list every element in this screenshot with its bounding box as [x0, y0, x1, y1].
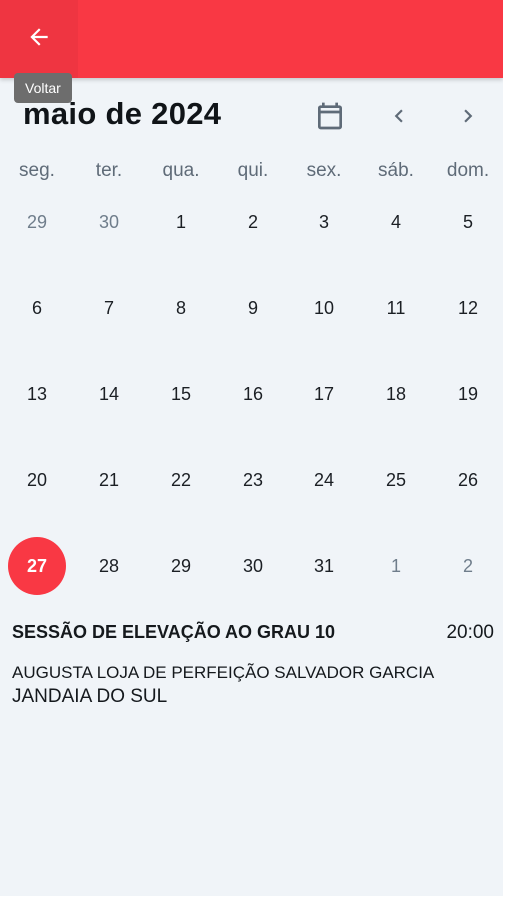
day-cell[interactable]: 29 [8, 193, 66, 251]
day-cell[interactable]: 31 [295, 537, 353, 595]
day-cell[interactable]: 30 [80, 193, 138, 251]
event-city: JANDAIA DO SUL [12, 686, 168, 707]
day-cell[interactable]: 13 [8, 365, 66, 423]
day-cell[interactable]: 17 [295, 365, 353, 423]
day-cell[interactable]: 20 [8, 451, 66, 509]
calendar-icon [314, 100, 346, 137]
day-cell[interactable]: 12 [439, 279, 497, 337]
day-cell[interactable]: 1 [367, 537, 425, 595]
calendar-grid: 29 30 1 2 3 4 5 6 7 8 9 10 11 12 13 14 15 16 17 18 19 20 21 22 2… [0, 180, 503, 610]
day-cell[interactable]: 22 [152, 451, 210, 509]
back-button[interactable] [0, 0, 78, 78]
weekday-label: sex. [306, 160, 342, 181]
app-bar [0, 0, 503, 78]
day-cell[interactable]: 24 [295, 451, 353, 509]
day-cell[interactable]: 16 [224, 365, 282, 423]
day-cell[interactable]: 23 [224, 451, 282, 509]
day-cell[interactable]: 3 [295, 193, 353, 251]
chevron-right-icon [455, 103, 481, 134]
event-location: AUGUSTA LOJA DE PERFEIÇÃO SALVADOR GARCI… [12, 663, 435, 682]
weekday-label: ter. [95, 160, 123, 181]
day-cell[interactable]: 10 [295, 279, 353, 337]
weekday-label: qua. [162, 160, 200, 181]
day-cell[interactable]: 30 [224, 537, 282, 595]
screen: Voltar maio de 2024 seg. ter. qua. qui. sex.… [0, 0, 503, 896]
chevron-left-icon [386, 103, 412, 134]
day-cell[interactable]: 9 [224, 279, 282, 337]
day-cell[interactable]: 2 [224, 193, 282, 251]
next-month-button[interactable] [446, 96, 490, 140]
day-cell[interactable]: 14 [80, 365, 138, 423]
day-cell[interactable]: 26 [439, 451, 497, 509]
day-cell[interactable]: 15 [152, 365, 210, 423]
weekday-label: sáb. [378, 160, 414, 181]
day-cell-selected[interactable]: 27 [8, 537, 66, 595]
arrow-left-icon [26, 24, 52, 55]
day-cell[interactable]: 8 [152, 279, 210, 337]
day-cell[interactable]: 19 [439, 365, 497, 423]
day-cell[interactable]: 4 [367, 193, 425, 251]
event-time: 20:00 [446, 622, 494, 643]
day-cell[interactable]: 6 [8, 279, 66, 337]
weekday-label: seg. [19, 160, 55, 181]
day-cell[interactable]: 29 [152, 537, 210, 595]
day-cell[interactable]: 2 [439, 537, 497, 595]
day-cell[interactable]: 1 [152, 193, 210, 251]
day-cell[interactable]: 5 [439, 193, 497, 251]
back-tooltip: Voltar [14, 73, 72, 103]
day-cell[interactable]: 7 [80, 279, 138, 337]
event-title: SESSÃO DE ELEVAÇÃO AO GRAU 10 [12, 622, 336, 642]
weekday-label: dom. [446, 160, 490, 181]
day-cell[interactable]: 21 [80, 451, 138, 509]
previous-month-button[interactable] [377, 96, 421, 140]
weekday-label: qui. [237, 160, 269, 181]
day-cell[interactable]: 11 [367, 279, 425, 337]
calendar-picker-button[interactable] [308, 96, 352, 140]
day-cell[interactable]: 28 [80, 537, 138, 595]
day-cell[interactable]: 18 [367, 365, 425, 423]
day-cell[interactable]: 25 [367, 451, 425, 509]
